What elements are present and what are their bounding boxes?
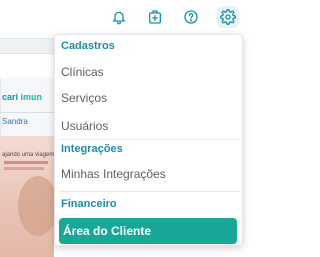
background-divider: [0, 112, 54, 113]
menu-divider-1: [59, 139, 240, 140]
menu-item-usuarios[interactable]: Usuários: [61, 119, 108, 133]
section-title-financeiro: Financeiro: [61, 198, 117, 210]
promo-line-1: [4, 161, 48, 164]
brand-logo-a: cari: [2, 92, 19, 102]
notifications-button[interactable]: [108, 6, 130, 28]
gear-icon: [220, 9, 236, 25]
medical-kit-button[interactable]: [144, 6, 166, 28]
menu-item-minhas-integracoes[interactable]: Minhas Integrações: [61, 167, 166, 181]
help-icon: [184, 10, 198, 24]
section-title-cadastros: Cadastros: [61, 40, 115, 52]
settings-dropdown-menu: Cadastros Clínicas Serviços Usuários Int…: [54, 34, 243, 246]
promo-text: ajando uma viagem?: [2, 152, 58, 158]
bell-icon: [113, 11, 125, 25]
brand-logo-b: imun: [20, 92, 43, 102]
promo-photo: [18, 176, 58, 236]
background-user-name: Sandra: [2, 117, 28, 126]
background-toolbar: [0, 38, 54, 54]
help-button[interactable]: [180, 6, 202, 28]
menu-item-clinicas[interactable]: Clínicas: [61, 65, 104, 79]
top-bar: [0, 0, 245, 34]
menu-divider-2: [59, 191, 240, 192]
section-title-integracoes: Integrações: [61, 143, 123, 155]
background-promo-banner: ajando uma viagem?: [0, 136, 58, 257]
menu-item-area-do-cliente[interactable]: Área do Cliente: [59, 218, 237, 244]
menu-item-servicos[interactable]: Serviços: [61, 91, 107, 105]
settings-button[interactable]: [217, 6, 239, 28]
promo-line-2: [4, 167, 44, 170]
background-brand-logos: cari imun: [2, 92, 42, 102]
medical-kit-icon: [149, 10, 161, 24]
